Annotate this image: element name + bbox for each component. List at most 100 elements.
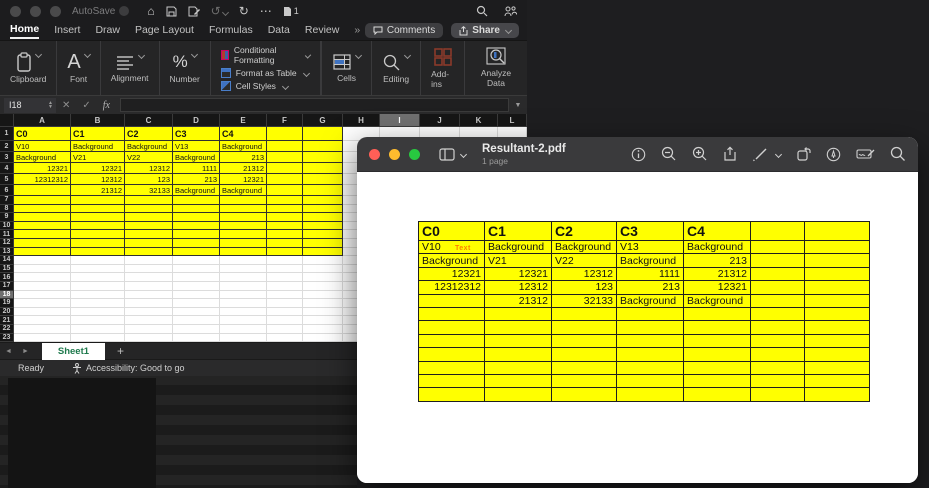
excel-cell-C6[interactable]: 32133: [125, 185, 173, 196]
excel-cell-B15[interactable]: [71, 265, 125, 274]
excel-cell-E18[interactable]: [220, 291, 267, 300]
sheet-nav-left-icon[interactable]: ◄: [5, 348, 12, 355]
excel-cell-B22[interactable]: [71, 325, 125, 334]
excel-cell-B20[interactable]: [71, 308, 125, 317]
excel-cell-F13[interactable]: [267, 248, 303, 257]
font-group[interactable]: A Font: [57, 41, 100, 95]
excel-cell-E8[interactable]: [220, 205, 267, 214]
excel-cell-A3[interactable]: Background: [14, 152, 71, 163]
text-annotation[interactable]: Text: [455, 245, 471, 252]
name-box[interactable]: I18 ▲▼: [4, 98, 56, 113]
info-icon[interactable]: [631, 147, 646, 162]
chevron-down-icon[interactable]: [775, 150, 782, 157]
excel-cell-A11[interactable]: [14, 230, 71, 239]
row-header-22[interactable]: 22: [0, 325, 14, 334]
redo-icon[interactable]: ↻: [239, 4, 249, 18]
row-header-12[interactable]: 12: [0, 239, 14, 248]
column-header-I[interactable]: I: [380, 114, 420, 127]
excel-cell-B6[interactable]: 21312: [71, 185, 125, 196]
excel-cell-G3[interactable]: [303, 152, 343, 163]
excel-cell-F15[interactable]: [267, 265, 303, 274]
home-icon[interactable]: ⌂: [147, 4, 154, 18]
excel-cell-C15[interactable]: [125, 265, 173, 274]
alignment-group[interactable]: Alignment: [101, 41, 160, 95]
excel-cell-F16[interactable]: [267, 273, 303, 282]
excel-cell-C22[interactable]: [125, 325, 173, 334]
excel-cell-D11[interactable]: [173, 230, 220, 239]
excel-cell-G1[interactable]: [303, 127, 343, 141]
excel-cell-G18[interactable]: [303, 291, 343, 300]
excel-cell-E11[interactable]: [220, 230, 267, 239]
excel-cell-D10[interactable]: [173, 222, 220, 231]
row-header-13[interactable]: 13: [0, 248, 14, 257]
row-header-14[interactable]: 14: [0, 256, 14, 265]
row-header-18[interactable]: 18: [0, 291, 14, 300]
add-sheet-button[interactable]: +: [117, 344, 124, 358]
addins-group[interactable]: Add-ins: [421, 41, 465, 95]
name-box-stepper[interactable]: ▲▼: [48, 101, 53, 109]
excel-cell-A20[interactable]: [14, 308, 71, 317]
row-header-17[interactable]: 17: [0, 282, 14, 291]
column-header-K[interactable]: K: [460, 114, 498, 127]
row-header-1[interactable]: 1: [0, 127, 14, 141]
excel-cell-B5[interactable]: 12312: [71, 174, 125, 185]
zoom-button[interactable]: [409, 149, 420, 160]
excel-cell-A14[interactable]: [14, 256, 71, 265]
excel-cell-E16[interactable]: [220, 273, 267, 282]
excel-cell-F10[interactable]: [267, 222, 303, 231]
excel-cell-C23[interactable]: [125, 334, 173, 343]
excel-cell-B11[interactable]: [71, 230, 125, 239]
excel-cell-D5[interactable]: 213: [173, 174, 220, 185]
excel-cell-C16[interactable]: [125, 273, 173, 282]
excel-cell-D21[interactable]: [173, 316, 220, 325]
excel-cell-E15[interactable]: [220, 265, 267, 274]
excel-cell-C12[interactable]: [125, 239, 173, 248]
fx-icon[interactable]: fx: [103, 100, 110, 111]
excel-cell-D14[interactable]: [173, 256, 220, 265]
excel-cell-C18[interactable]: [125, 291, 173, 300]
excel-cell-A2[interactable]: V10: [14, 141, 71, 152]
excel-cell-G10[interactable]: [303, 222, 343, 231]
excel-cell-D16[interactable]: [173, 273, 220, 282]
excel-cell-B13[interactable]: [71, 248, 125, 257]
excel-cell-C21[interactable]: [125, 316, 173, 325]
sidebar-toggle-button[interactable]: [439, 148, 466, 161]
excel-cell-D23[interactable]: [173, 334, 220, 343]
excel-cell-E19[interactable]: [220, 299, 267, 308]
tab-data[interactable]: Data: [268, 24, 290, 38]
excel-cell-A18[interactable]: [14, 291, 71, 300]
excel-cell-D7[interactable]: [173, 196, 220, 205]
excel-cell-G11[interactable]: [303, 230, 343, 239]
excel-cell-G20[interactable]: [303, 308, 343, 317]
excel-cell-E10[interactable]: [220, 222, 267, 231]
column-header-L[interactable]: L: [498, 114, 527, 127]
excel-cell-B21[interactable]: [71, 316, 125, 325]
excel-cell-F3[interactable]: [267, 152, 303, 163]
accessibility-status[interactable]: Accessibility: Good to go: [86, 363, 185, 373]
excel-cell-A1[interactable]: C0: [14, 127, 71, 141]
share-button[interactable]: Share: [451, 23, 519, 38]
excel-cell-G9[interactable]: [303, 213, 343, 222]
tab-insert[interactable]: Insert: [54, 24, 80, 38]
column-header-H[interactable]: H: [343, 114, 380, 127]
excel-cell-F9[interactable]: [267, 213, 303, 222]
autosave-toggle[interactable]: [119, 6, 129, 16]
analyze-data-group[interactable]: Analyze Data: [465, 41, 527, 95]
excel-cell-C9[interactable]: [125, 213, 173, 222]
minimize-button[interactable]: [389, 149, 400, 160]
excel-cell-A6[interactable]: [14, 185, 71, 196]
excel-cell-B23[interactable]: [71, 334, 125, 343]
excel-cell-A7[interactable]: [14, 196, 71, 205]
excel-cell-F17[interactable]: [267, 282, 303, 291]
excel-cell-F21[interactable]: [267, 316, 303, 325]
excel-cell-C20[interactable]: [125, 308, 173, 317]
excel-cell-E23[interactable]: [220, 334, 267, 343]
excel-cell-E1[interactable]: C4: [220, 127, 267, 141]
excel-cell-B17[interactable]: [71, 282, 125, 291]
excel-cell-G14[interactable]: [303, 256, 343, 265]
excel-cell-A22[interactable]: [14, 325, 71, 334]
excel-cell-F19[interactable]: [267, 299, 303, 308]
excel-cell-B7[interactable]: [71, 196, 125, 205]
excel-cell-D17[interactable]: [173, 282, 220, 291]
row-header-5[interactable]: 5: [0, 174, 14, 185]
